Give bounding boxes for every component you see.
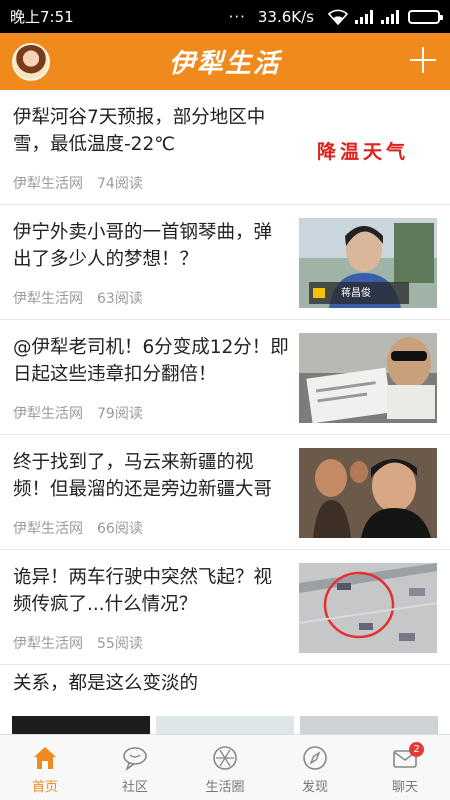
- signal-icon: [355, 9, 373, 24]
- nav-label: 首页: [31, 780, 58, 795]
- article-item[interactable]: @伊犁老司机！6分变成12分！即日起这些违章扣分翻倍！ 伊犁生活网 79阅读: [0, 320, 450, 435]
- article-thumbnail: [156, 716, 294, 734]
- app-title: 伊犁生活: [168, 49, 281, 79]
- article-reads: 55阅读: [97, 636, 143, 652]
- status-dots: ···: [228, 7, 246, 26]
- article-meta: 伊犁生活网 63阅读: [13, 288, 143, 308]
- nav-home[interactable]: 首页: [0, 735, 90, 800]
- article-reads: 63阅读: [97, 291, 143, 307]
- avatar[interactable]: [12, 43, 50, 81]
- battery-icon: [408, 9, 443, 24]
- status-bar: 晚上7:51 ··· 33.6K/s: [0, 0, 450, 33]
- status-time: 晚上7:51: [10, 8, 74, 26]
- article-meta: 伊犁生活网 66阅读: [13, 518, 143, 538]
- article-reads: 79阅读: [97, 406, 143, 422]
- nav-community[interactable]: 社区: [90, 735, 180, 800]
- article-reads: 74阅读: [97, 176, 143, 192]
- home-icon: [34, 747, 56, 769]
- article-thumbnail: 蒋昌俊: [299, 218, 437, 308]
- article-title: 关系，都是这么变淡的: [13, 673, 199, 694]
- wifi-icon: [328, 9, 348, 25]
- article-source: 伊犁生活网: [13, 176, 83, 192]
- article-thumbnail: [12, 716, 150, 734]
- article-source: 伊犁生活网: [13, 291, 83, 307]
- add-button[interactable]: [408, 45, 438, 75]
- article-source: 伊犁生活网: [13, 636, 83, 652]
- article-source: 伊犁生活网: [13, 406, 83, 422]
- network-speed: 33.6K/s: [257, 7, 314, 26]
- nav-label: 生活圈: [205, 780, 245, 795]
- article-thumbnail-row: [12, 716, 438, 734]
- app-screen: 晚上7:51 ··· 33.6K/s 伊犁生活 伊犁河谷7天预报，部分地区中雪，…: [0, 0, 450, 800]
- article-reads: 66阅读: [97, 521, 143, 537]
- thumbnail-caption: 蒋昌俊: [341, 288, 371, 299]
- article-title: 伊宁外卖小哥的一首钢琴曲，弹出了多少人的梦想！？: [13, 222, 273, 270]
- article-source: 伊犁生活网: [13, 521, 83, 537]
- article-title: 诡异！两车行驶中突然飞起？视频传疯了...什么情况？: [13, 567, 273, 615]
- thumbnail-photo: [299, 333, 437, 423]
- article-item[interactable]: 伊宁外卖小哥的一首钢琴曲，弹出了多少人的梦想！？ 伊犁生活网 63阅读 蒋昌俊: [0, 205, 450, 320]
- article-thumbnail: [299, 563, 437, 653]
- article-thumbnail: [300, 716, 438, 734]
- nav-life-circle[interactable]: 生活圈: [180, 735, 270, 800]
- article-thumbnail: [299, 333, 437, 423]
- article-title: 终于找到了，马云来新疆的视频！但最溜的还是旁边新疆大哥: [13, 452, 273, 500]
- thumbnail-photo: [299, 448, 437, 538]
- article-item[interactable]: 伊犁河谷7天预报，部分地区中雪，最低温度-22℃ 伊犁生活网 74阅读 降温天气: [0, 90, 450, 205]
- thumbnail-photo: [299, 563, 437, 653]
- article-thumbnail: 降温天气: [299, 103, 437, 193]
- article-meta: 伊犁生活网 74阅读: [13, 173, 143, 193]
- unread-badge: 2: [409, 742, 424, 757]
- chat-bubble-icon: [123, 747, 147, 772]
- thumbnail-caption: 降温天气: [317, 141, 410, 163]
- aperture-icon: [213, 746, 237, 770]
- article-meta: 伊犁生活网 79阅读: [13, 403, 143, 423]
- app-header: 伊犁生活: [0, 33, 450, 90]
- article-title: 伊犁河谷7天预报，部分地区中雪，最低温度-22℃: [13, 107, 266, 155]
- compass-icon: [303, 746, 327, 770]
- nav-chat[interactable]: 2 聊天: [360, 735, 450, 800]
- nav-label: 社区: [121, 780, 148, 795]
- article-title: @伊犁老司机！6分变成12分！即日起这些违章扣分翻倍！: [13, 337, 289, 385]
- article-item[interactable]: 诡异！两车行驶中突然飞起？视频传疯了...什么情况？ 伊犁生活网 55阅读: [0, 550, 450, 665]
- article-thumbnail: [299, 448, 437, 538]
- signal-icon-2: [381, 9, 399, 24]
- nav-discover[interactable]: 发现: [270, 735, 360, 800]
- bottom-nav: 首页 社区 生活圈 发现 2 聊天: [0, 734, 450, 800]
- nav-label: 聊天: [391, 780, 418, 795]
- article-meta: 伊犁生活网 55阅读: [13, 633, 143, 653]
- article-feed[interactable]: 伊犁河谷7天预报，部分地区中雪，最低温度-22℃ 伊犁生活网 74阅读 降温天气 …: [0, 90, 450, 734]
- nav-label: 发现: [301, 780, 328, 795]
- article-item[interactable]: 终于找到了，马云来新疆的视频！但最溜的还是旁边新疆大哥 伊犁生活网 66阅读: [0, 435, 450, 550]
